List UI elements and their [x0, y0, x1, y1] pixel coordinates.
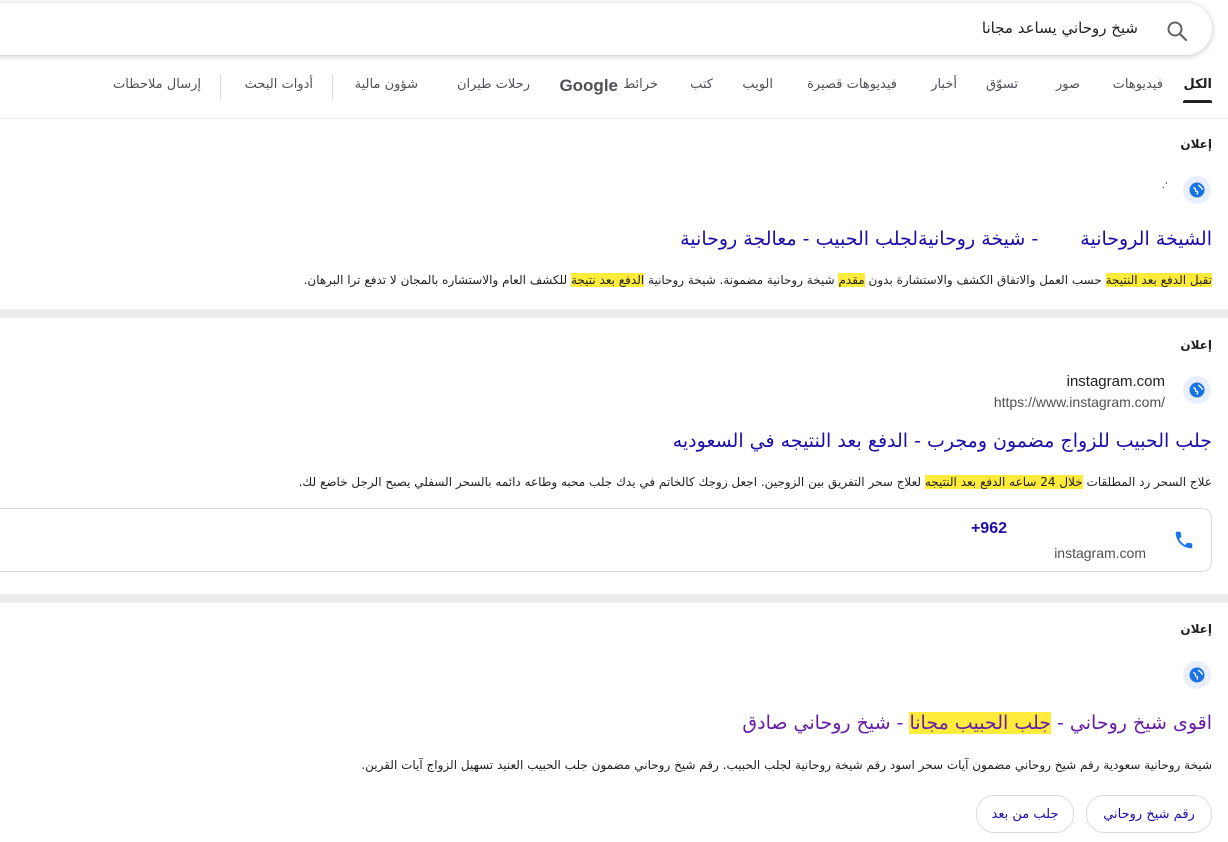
ad-result-1: إعلان ، ׂׂׂׂׂׂׂׂׂׂׂׂׂׂׂׂׂׂׂׂׂׂ الشيخة ال…	[0, 118, 1228, 308]
tab-send-feedback[interactable]: إرسال ملاحظات	[113, 77, 201, 92]
ad-site-url[interactable]: https://www.instagram.com/	[994, 394, 1165, 410]
desc-text: لعلاج سحر التفريق بين الزوجين. اجعل زوجك…	[298, 475, 925, 489]
search-tabs: الكل فيديوهات صور تسوّق أخبار فيديوهات ق…	[0, 62, 1228, 119]
globe-icon	[1183, 176, 1211, 204]
tab-maps[interactable]: خرائط	[623, 77, 658, 92]
call-extension[interactable]: +962 instagram.com	[0, 508, 1212, 572]
tab-news[interactable]: أخبار	[931, 77, 957, 92]
ad-result-2: إعلان instagram.com https://www.instagra…	[0, 318, 1228, 593]
tab-separator	[332, 74, 333, 100]
search-icon[interactable]	[1165, 19, 1189, 43]
sitelink-chip[interactable]: جلب من بعد	[976, 795, 1074, 833]
ad-description: علاج السحر رد المطلقات خلال 24 ساعه الدف…	[299, 475, 1212, 489]
tab-web[interactable]: الويب	[742, 77, 773, 92]
call-site: instagram.com	[1054, 545, 1146, 561]
desc-text: حسب العمل والاتفاق الكشف والاستشارة بدون	[864, 273, 1106, 287]
ad-title-part-1[interactable]: الشيخة الروحانية	[1080, 228, 1212, 250]
ad-description: تقبل الدفع بعد النتيجة حسب العمل والاتفا…	[304, 273, 1212, 287]
redacted-site-url: ׂׂׂׂׂׂׂׂׂׂׂׂׂׂׂׂׂׂׂׂׂׂ	[1162, 186, 1168, 197]
highlight: مقدم	[838, 273, 865, 287]
highlight[interactable]: جلب الحبيب مجانا	[909, 712, 1051, 734]
tab-flights[interactable]: رحلات طيران	[457, 77, 530, 92]
desc-text: علاج السحر رد المطلقات	[1082, 475, 1212, 489]
tab-videos[interactable]: فيديوهات	[1113, 77, 1163, 92]
tab-all[interactable]: الكل	[1183, 77, 1212, 103]
search-bar[interactable]	[0, 3, 1212, 55]
ad-description: شيخة روحانية سعودية رقم شيخ روحاني مضمون…	[361, 758, 1212, 772]
phone-number[interactable]: +962	[971, 520, 1007, 538]
highlight: خلال 24 ساعه الدفع بعد النتيجه	[924, 475, 1083, 489]
desc-text: شيخة روحانية مضمونة. شيخة روحانية	[644, 273, 839, 287]
tab-google[interactable]: Google	[559, 76, 618, 96]
tab-shopping[interactable]: تسوّق	[986, 77, 1018, 92]
tab-short-videos[interactable]: فيديوهات قصيرة	[807, 77, 897, 92]
desc-text: للكشف العام والاستشاره بالمجان لا تدفع ت…	[303, 273, 571, 287]
tab-finance[interactable]: شؤون مالية	[355, 77, 418, 92]
phone-icon[interactable]	[1173, 529, 1195, 551]
ad-title[interactable]: اقوى شيخ روحاني - جلب الحبيب مجانا - شيخ…	[742, 712, 1212, 734]
tab-separator	[220, 74, 221, 100]
globe-icon	[1183, 376, 1211, 404]
ad-label: إعلان	[1180, 137, 1212, 151]
highlight: الدفع بعد نتيجة	[570, 273, 645, 287]
title-text[interactable]: - شيخ روحاني صادق	[742, 712, 909, 734]
tab-books[interactable]: كتب	[690, 77, 713, 92]
globe-icon	[1183, 661, 1211, 689]
ad-label: إعلان	[1180, 622, 1212, 636]
ad-result-3: إعلان اقوى شيخ روحاني - جلب الحبيب مجانا…	[0, 603, 1228, 842]
ad-label: إعلان	[1180, 338, 1212, 352]
tab-search-tools[interactable]: أدوات البحث	[245, 77, 313, 92]
search-input[interactable]	[536, 18, 1140, 38]
ad-title-part-2[interactable]: - شيخة روحانيةلجلب الحبيب - معالجة روحان…	[680, 228, 1044, 250]
tab-images[interactable]: صور	[1056, 77, 1080, 92]
section-divider	[0, 594, 1228, 603]
highlight: تقبل الدفع بعد النتيجة	[1105, 273, 1212, 287]
ad-title[interactable]: جلب الحبيب للزواج مضمون ومجرب - الدفع بع…	[673, 430, 1212, 452]
sitelink-chip[interactable]: رقم شيخ روحاني	[1086, 795, 1212, 833]
ad-site-name[interactable]: instagram.com	[1067, 373, 1165, 390]
section-divider	[0, 309, 1228, 318]
ad-title[interactable]: الشيخة الروحانية - شيخة روحانيةلجلب الحب…	[680, 228, 1212, 250]
title-text[interactable]: اقوى شيخ روحاني -	[1051, 712, 1212, 734]
